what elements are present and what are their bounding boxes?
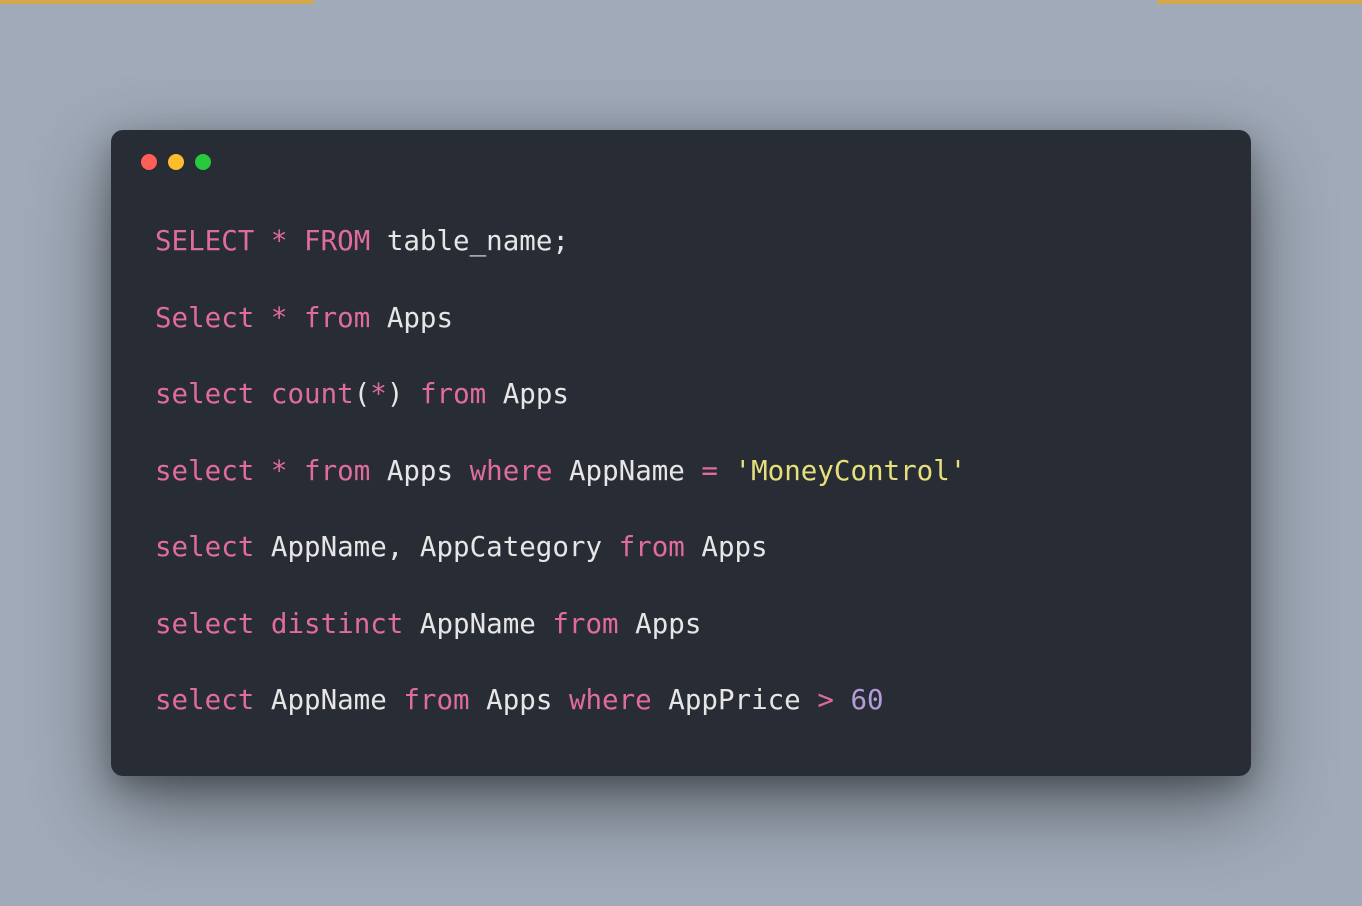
code-token: select	[155, 455, 254, 487]
code-line: select * from Apps where AppName = 'Mone…	[155, 452, 1207, 491]
code-token: AppName, AppCategory	[254, 531, 618, 563]
code-token: from	[619, 531, 685, 563]
code-token: Apps	[370, 302, 453, 334]
code-token	[254, 302, 271, 334]
code-token: where	[569, 684, 652, 716]
code-token	[287, 302, 304, 334]
code-token: *	[271, 455, 288, 487]
code-line: select distinct AppName from Apps	[155, 605, 1207, 644]
code-token: from	[403, 684, 469, 716]
code-token: Apps	[470, 684, 569, 716]
code-token: distinct	[271, 608, 403, 640]
code-token	[254, 608, 271, 640]
code-line: select AppName, AppCategory from Apps	[155, 528, 1207, 567]
code-token	[287, 225, 304, 257]
code-token	[287, 455, 304, 487]
code-token: where	[470, 455, 553, 487]
code-token: select	[155, 608, 254, 640]
code-token: from	[304, 302, 370, 334]
code-line: select AppName from Apps where AppPrice …	[155, 681, 1207, 720]
code-token: from	[304, 455, 370, 487]
code-token: 'MoneyControl'	[735, 455, 967, 487]
code-token: AppName	[552, 455, 701, 487]
code-token: Apps	[370, 455, 469, 487]
code-token: from	[420, 378, 486, 410]
code-token: AppName	[254, 684, 403, 716]
code-token: AppPrice	[652, 684, 818, 716]
code-token: *	[271, 225, 288, 257]
code-window: SELECT * FROM table_name; Select * from A…	[111, 130, 1251, 776]
code-token: table_name;	[370, 225, 569, 257]
window-controls	[141, 154, 1207, 170]
code-token: SELECT	[155, 225, 254, 257]
code-token: (	[354, 378, 371, 410]
code-token: select	[155, 684, 254, 716]
code-token: >	[817, 684, 834, 716]
code-token: Apps	[685, 531, 768, 563]
code-token: Apps	[619, 608, 702, 640]
code-token: *	[370, 378, 387, 410]
code-token: AppName	[403, 608, 552, 640]
code-line: select count(*) from Apps	[155, 375, 1207, 414]
code-line: Select * from Apps	[155, 299, 1207, 338]
code-token: =	[701, 455, 718, 487]
code-token: select	[155, 531, 254, 563]
close-icon[interactable]	[141, 154, 157, 170]
code-token: select	[155, 378, 254, 410]
code-content: SELECT * FROM table_name; Select * from A…	[155, 222, 1207, 720]
code-token: from	[552, 608, 618, 640]
code-token	[718, 455, 735, 487]
code-token	[834, 684, 851, 716]
code-token: Select	[155, 302, 254, 334]
code-token: *	[271, 302, 288, 334]
code-token: Apps	[486, 378, 569, 410]
code-token: FROM	[304, 225, 370, 257]
code-token	[254, 225, 271, 257]
code-token: count	[271, 378, 354, 410]
code-token: 60	[850, 684, 883, 716]
code-token: )	[387, 378, 420, 410]
code-token	[254, 378, 271, 410]
code-line: SELECT * FROM table_name;	[155, 222, 1207, 261]
top-accent-bar	[0, 0, 1362, 4]
code-token	[254, 455, 271, 487]
minimize-icon[interactable]	[168, 154, 184, 170]
maximize-icon[interactable]	[195, 154, 211, 170]
